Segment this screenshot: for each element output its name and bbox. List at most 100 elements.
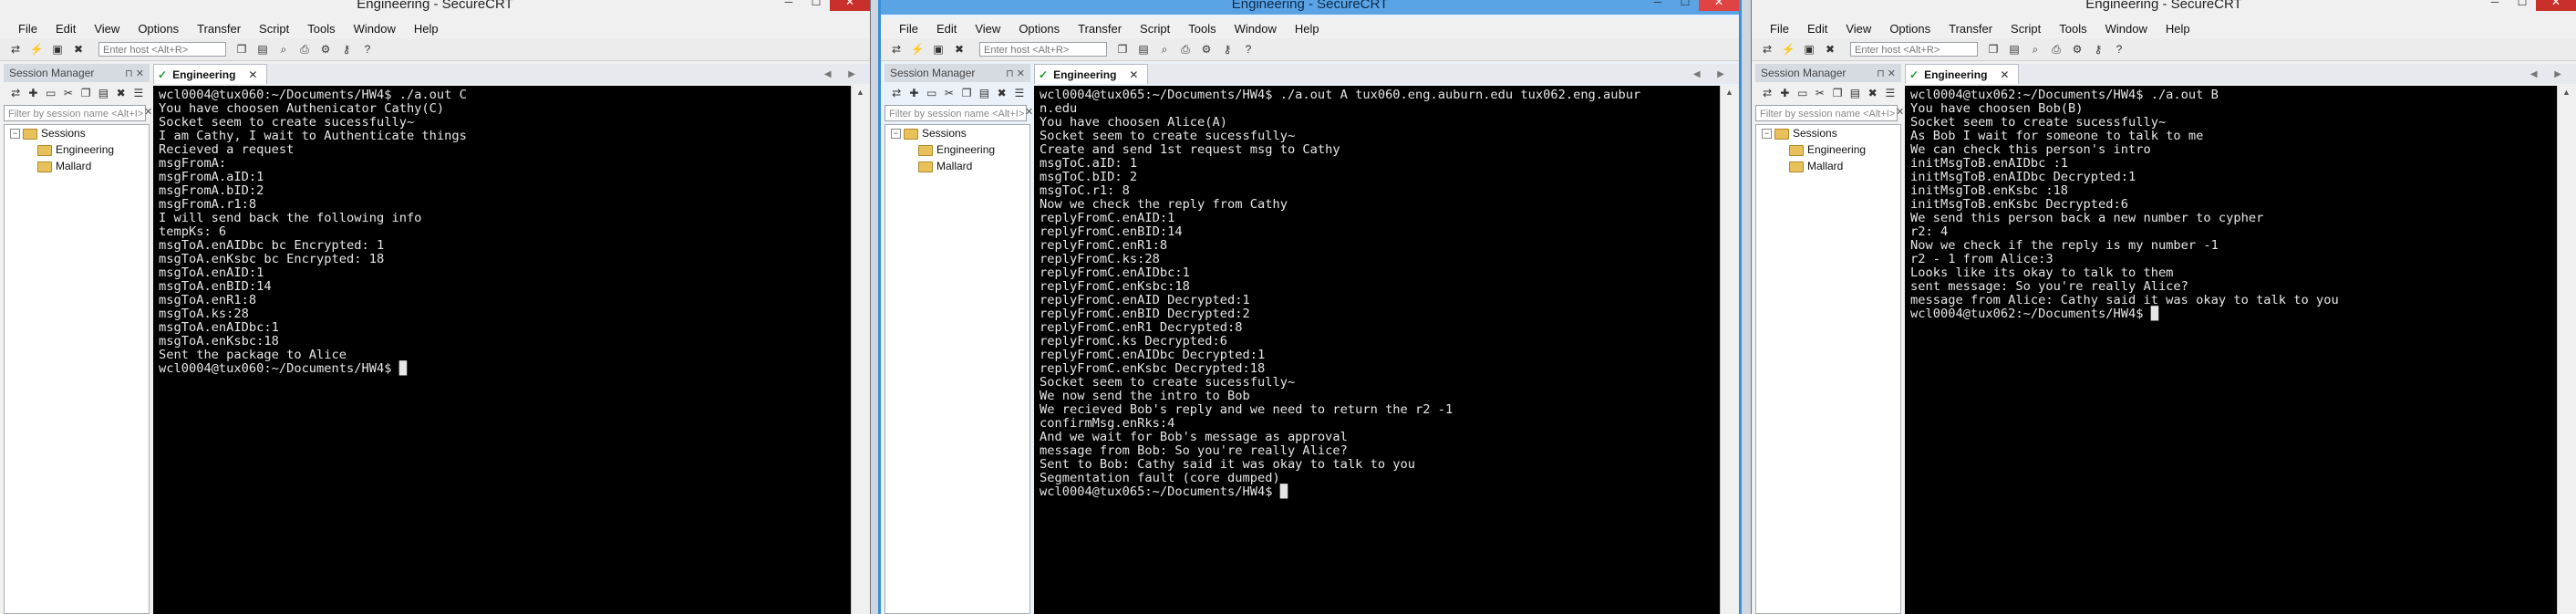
paste-icon[interactable]: ▤	[97, 86, 109, 100]
key-icon[interactable]: ⚷	[1219, 42, 1236, 57]
menu-window[interactable]: Window	[2105, 22, 2147, 36]
session-filter-input[interactable]: Filter by session name <Alt+I>	[1755, 105, 1898, 121]
scroll-up-icon[interactable]: ▲	[2562, 88, 2571, 97]
enter-host-input[interactable]: Enter host <Alt+R>	[98, 42, 226, 57]
settings-icon[interactable]: ⚙	[1198, 42, 1215, 57]
copy-icon[interactable]: ❐	[1114, 42, 1131, 57]
tab-engineering[interactable]: ✓ Engineering ✕	[1905, 64, 2020, 84]
connect-icon[interactable]: ⇄	[9, 86, 22, 100]
filter-clear-icon[interactable]: ✕	[1896, 106, 1904, 118]
minimize-icon[interactable]: ─	[775, 0, 802, 11]
tree-item-mallard[interactable]: Mallard	[885, 158, 1029, 174]
print-icon[interactable]: ⎙	[296, 42, 313, 57]
quick-connect-icon[interactable]: ⚡	[1780, 42, 1796, 57]
menu-options[interactable]: Options	[138, 22, 179, 36]
tab-scroll-arrows[interactable]: ◀ ▶	[1693, 69, 1732, 79]
properties-icon[interactable]: ☰	[1884, 86, 1897, 100]
tree-root-sessions[interactable]: − Sessions	[885, 125, 1029, 141]
connect-icon[interactable]: ⇄	[1761, 86, 1774, 100]
filter-clear-icon[interactable]: ✕	[1025, 106, 1033, 118]
menu-edit[interactable]: Edit	[56, 22, 76, 36]
cut-icon[interactable]: ✂	[943, 86, 956, 100]
menu-edit[interactable]: Edit	[936, 22, 957, 36]
copy-icon[interactable]: ❐	[233, 42, 250, 57]
connect-icon[interactable]: ⇄	[888, 42, 905, 57]
menu-script[interactable]: Script	[1140, 22, 1170, 36]
disconnect-icon[interactable]: ✖	[951, 42, 967, 57]
tree-item-mallard[interactable]: Mallard	[5, 158, 149, 174]
tab-close-icon[interactable]: ✕	[2000, 68, 2009, 81]
properties-icon[interactable]: ☰	[1013, 86, 1026, 100]
new-folder-icon[interactable]: ▭	[1796, 86, 1809, 100]
connect-icon[interactable]: ⇄	[890, 86, 903, 100]
menu-tools[interactable]: Tools	[307, 22, 335, 36]
new-session-icon[interactable]: ✚	[26, 86, 39, 100]
cut-icon[interactable]: ✂	[1814, 86, 1826, 100]
disconnect-icon[interactable]: ✖	[70, 42, 87, 57]
menu-options[interactable]: Options	[1019, 22, 1060, 36]
session-filter-input[interactable]: Filter by session name <Alt+I>	[4, 105, 146, 121]
menu-tools[interactable]: Tools	[2059, 22, 2086, 36]
menu-help[interactable]: Help	[1295, 22, 1319, 36]
menu-transfer[interactable]: Transfer	[1949, 22, 1992, 36]
maximize-icon[interactable]: ☐	[802, 0, 830, 11]
help-icon[interactable]: ?	[359, 42, 376, 57]
tree-item-mallard[interactable]: Mallard	[1756, 158, 1900, 174]
print-icon[interactable]: ⎙	[2048, 42, 2064, 57]
new-folder-icon[interactable]: ▭	[926, 86, 938, 100]
menu-view[interactable]: View	[1846, 22, 1871, 36]
menu-help[interactable]: Help	[414, 22, 439, 36]
quick-connect-icon[interactable]: ⚡	[909, 42, 926, 57]
settings-icon[interactable]: ⚙	[317, 42, 334, 57]
tab-close-icon[interactable]: ✕	[248, 68, 257, 81]
close-icon[interactable]: ✕	[1699, 0, 1739, 11]
minimize-icon[interactable]: ─	[2481, 0, 2509, 11]
paste-icon[interactable]: ▤	[978, 86, 990, 100]
filter-clear-icon[interactable]: ✕	[144, 106, 152, 118]
menu-file[interactable]: File	[1770, 22, 1789, 36]
tree-root-sessions[interactable]: − Sessions	[1756, 125, 1900, 141]
menu-transfer[interactable]: Transfer	[197, 22, 241, 36]
properties-icon[interactable]: ☰	[132, 86, 145, 100]
menu-view[interactable]: View	[975, 22, 1000, 36]
copy-icon[interactable]: ❐	[960, 86, 973, 100]
menu-script[interactable]: Script	[2011, 22, 2041, 36]
close-icon[interactable]: ✕	[830, 0, 870, 11]
menu-file[interactable]: File	[18, 22, 37, 36]
tree-item-engineering[interactable]: Engineering	[5, 141, 149, 158]
terminal-scrollbar[interactable]: ▲	[2557, 86, 2576, 614]
disconnect-icon[interactable]: ✖	[1822, 42, 1838, 57]
connect-icon[interactable]: ⇄	[7, 42, 24, 57]
delete-icon[interactable]: ✖	[115, 86, 128, 100]
collapse-icon[interactable]: −	[10, 129, 20, 139]
paste-icon[interactable]: ▤	[1135, 42, 1152, 57]
cut-icon[interactable]: ✂	[62, 86, 75, 100]
scroll-up-icon[interactable]: ▲	[1725, 88, 1733, 97]
help-icon[interactable]: ?	[2111, 42, 2127, 57]
connect-tab-icon[interactable]: ▣	[930, 42, 947, 57]
menu-window[interactable]: Window	[1235, 22, 1277, 36]
copy-icon[interactable]: ❐	[79, 86, 92, 100]
find-icon[interactable]: ⌕	[2027, 42, 2043, 57]
copy-icon[interactable]: ❐	[1985, 42, 2002, 57]
menu-window[interactable]: Window	[354, 22, 396, 36]
tree-item-engineering[interactable]: Engineering	[1756, 141, 1900, 158]
session-filter-input[interactable]: Filter by session name <Alt+I>	[885, 105, 1027, 121]
title-bar[interactable]: Engineering - SecureCRT ─ ☐ ✕	[881, 0, 1739, 15]
enter-host-input[interactable]: Enter host <Alt+R>	[1850, 42, 1978, 57]
tab-engineering[interactable]: ✓ Engineering ✕	[153, 64, 268, 84]
connect-icon[interactable]: ⇄	[1759, 42, 1775, 57]
maximize-icon[interactable]: ☐	[1671, 0, 1699, 11]
collapse-icon[interactable]: −	[891, 129, 901, 139]
menu-script[interactable]: Script	[259, 22, 289, 36]
print-icon[interactable]: ⎙	[1177, 42, 1194, 57]
key-icon[interactable]: ⚷	[2090, 42, 2106, 57]
connect-tab-icon[interactable]: ▣	[1801, 42, 1817, 57]
close-icon[interactable]: ✕	[2536, 0, 2576, 11]
delete-icon[interactable]: ✖	[1867, 86, 1879, 100]
find-icon[interactable]: ⌕	[275, 42, 292, 57]
paste-icon[interactable]: ▤	[1848, 86, 1861, 100]
find-icon[interactable]: ⌕	[1156, 42, 1173, 57]
key-icon[interactable]: ⚷	[338, 42, 355, 57]
quick-connect-icon[interactable]: ⚡	[28, 42, 45, 57]
